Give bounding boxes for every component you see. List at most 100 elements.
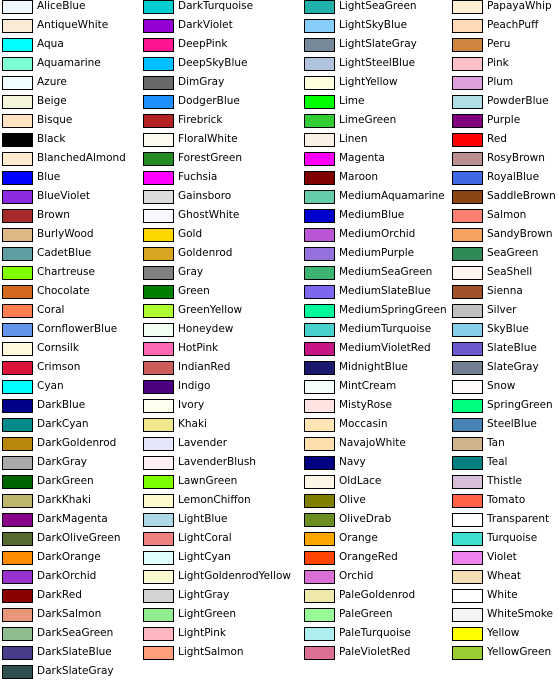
color-swatch (452, 361, 483, 375)
color-name: DarkOliveGreen (37, 532, 121, 544)
color-name: WhiteSmoke (487, 608, 554, 620)
color-swatch (304, 171, 335, 185)
color-name: LawnGreen (178, 475, 238, 487)
color-name: DarkViolet (178, 19, 233, 31)
color-swatch (452, 475, 483, 489)
color-swatch (304, 209, 335, 223)
color-name: SaddleBrown (487, 190, 556, 202)
color-name: Honeydew (178, 323, 234, 335)
color-swatch (2, 665, 33, 679)
color-swatch (452, 437, 483, 451)
color-swatch (2, 627, 33, 641)
color-swatch (304, 627, 335, 641)
color-swatch (143, 551, 174, 565)
color-name: RoyalBlue (487, 171, 540, 183)
color-name: Gray (178, 266, 204, 278)
color-swatch (452, 228, 483, 242)
color-name: SkyBlue (487, 323, 529, 335)
color-name: IndianRed (178, 361, 231, 373)
color-swatch (2, 228, 33, 242)
color-name: DeepPink (178, 38, 228, 50)
color-name: MidnightBlue (339, 361, 408, 373)
color-swatch (143, 285, 174, 299)
color-swatch (452, 19, 483, 33)
color-swatch (304, 361, 335, 375)
color-swatch (143, 76, 174, 90)
color-swatch (143, 114, 174, 128)
color-swatch (2, 285, 33, 299)
color-name: Orchid (339, 570, 374, 582)
color-swatch (143, 627, 174, 641)
color-name: SteelBlue (487, 418, 537, 430)
color-swatch (452, 608, 483, 622)
color-swatch (2, 152, 33, 166)
color-swatch (452, 418, 483, 432)
color-swatch (304, 76, 335, 90)
color-swatch (2, 76, 33, 90)
color-name: OrangeRed (339, 551, 398, 563)
color-name: LightYellow (339, 76, 398, 88)
color-name: Violet (487, 551, 517, 563)
color-swatch (304, 551, 335, 565)
color-name: PapayaWhip (487, 0, 552, 12)
color-swatch (143, 361, 174, 375)
color-name: LightGray (178, 589, 230, 601)
color-name: BlueViolet (37, 190, 91, 202)
color-swatch (304, 266, 335, 280)
color-name: Moccasin (339, 418, 388, 430)
color-swatch (304, 38, 335, 52)
color-swatch (452, 0, 483, 14)
color-swatch (2, 57, 33, 71)
color-swatch (2, 551, 33, 565)
color-swatch (143, 646, 174, 660)
color-name: AntiqueWhite (37, 19, 109, 31)
color-swatch (452, 247, 483, 261)
color-swatch (143, 323, 174, 337)
color-swatch (2, 171, 33, 185)
color-swatch (2, 19, 33, 33)
color-swatch (304, 418, 335, 432)
color-name: Brown (37, 209, 70, 221)
color-swatch (452, 38, 483, 52)
color-swatch (2, 38, 33, 52)
color-swatch (143, 133, 174, 147)
color-swatch (143, 95, 174, 109)
color-swatch (2, 437, 33, 451)
color-name: PaleGreen (339, 608, 393, 620)
color-swatch (143, 399, 174, 413)
color-name: MintCream (339, 380, 397, 392)
color-swatch (452, 285, 483, 299)
color-name: GreenYellow (178, 304, 243, 316)
color-swatch (143, 418, 174, 432)
color-swatch (452, 513, 483, 527)
color-swatch (2, 380, 33, 394)
color-name: Lavender (178, 437, 228, 449)
color-swatch (2, 114, 33, 128)
color-swatch (143, 437, 174, 451)
color-name: MediumPurple (339, 247, 415, 259)
color-name: PowderBlue (487, 95, 549, 107)
color-name: DarkGreen (37, 475, 94, 487)
color-name: DarkSeaGreen (37, 627, 114, 639)
color-swatch (304, 532, 335, 546)
color-swatch (2, 266, 33, 280)
color-name: PaleVioletRed (339, 646, 411, 658)
color-name: HotPink (178, 342, 219, 354)
color-swatch (452, 190, 483, 204)
color-swatch (2, 95, 33, 109)
color-name: DarkGray (37, 456, 88, 468)
color-name: Silver (487, 304, 517, 316)
color-swatch (452, 323, 483, 337)
color-name: Black (37, 133, 66, 145)
color-swatch (452, 266, 483, 280)
color-name: LightPink (178, 627, 226, 639)
color-swatch (452, 646, 483, 660)
color-name: LemonChiffon (178, 494, 251, 506)
color-swatch (304, 247, 335, 261)
color-name: AliceBlue (37, 0, 86, 12)
color-swatch (143, 532, 174, 546)
color-name: Azure (37, 76, 67, 88)
color-name: GhostWhite (178, 209, 240, 221)
color-swatch (143, 190, 174, 204)
color-name: OliveDrab (339, 513, 392, 525)
